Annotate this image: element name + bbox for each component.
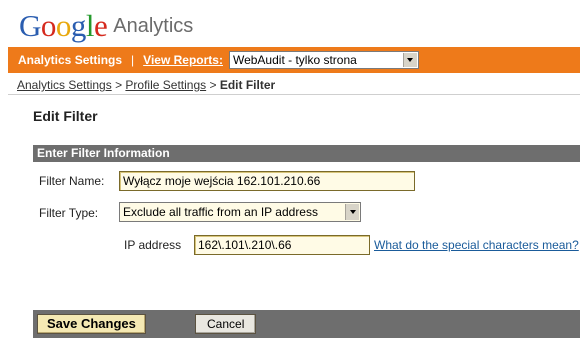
report-profile-select[interactable]: WebAudit - tylko strona (228, 51, 419, 69)
chevron-down-icon[interactable] (402, 53, 417, 67)
section-header: Enter Filter Information (33, 145, 580, 162)
nav-analytics-settings-link[interactable]: Analytics Settings (18, 53, 122, 67)
filter-name-input[interactable]: Wyłącz moje wejścia 162.101.210.66 (119, 171, 415, 191)
logo-letter: l (85, 8, 95, 43)
page-title: Edit Filter (33, 108, 98, 124)
logo-letter: g (70, 8, 87, 43)
breadcrumb-analytics-settings[interactable]: Analytics Settings (17, 78, 112, 92)
ip-address-label: IP address (124, 238, 182, 252)
filter-type-select[interactable]: Exclude all traffic from an IP address (119, 202, 361, 222)
nav-separator: | (131, 53, 135, 67)
filter-type-select-value: Exclude all traffic from an IP address (123, 205, 318, 219)
ip-address-input[interactable]: 162\.101\.210\.66 (194, 235, 370, 255)
nav-view-reports-link[interactable]: View Reports: (143, 53, 223, 67)
logo-letter: e (94, 8, 108, 43)
filter-type-label: Filter Type: (39, 206, 99, 220)
special-characters-help-link[interactable]: What do the special characters mean? (374, 238, 579, 252)
logo-letter: o (40, 8, 57, 43)
top-nav-bar: Analytics Settings | View Reports: WebAu… (8, 47, 580, 73)
breadcrumb-current: Edit Filter (219, 78, 276, 92)
breadcrumb-divider (8, 94, 580, 95)
product-name: Analytics (113, 15, 194, 37)
chevron-down-icon[interactable] (345, 204, 359, 220)
logo-letter: o (55, 8, 72, 43)
breadcrumb: Analytics Settings > Profile Settings > … (17, 78, 275, 92)
breadcrumb-separator: > (209, 78, 217, 92)
filter-name-label: Filter Name: (39, 174, 105, 188)
form-actions-bar: Save Changes Cancel (33, 310, 580, 338)
report-profile-select-value: WebAudit - tylko strona (232, 53, 357, 67)
breadcrumb-separator: > (115, 78, 123, 92)
save-changes-button[interactable]: Save Changes (37, 314, 146, 334)
section-header-label: Enter Filter Information (37, 146, 170, 160)
google-wordmark: Google (19, 8, 108, 43)
google-analytics-logo: Google Analytics (19, 8, 193, 44)
cancel-button[interactable]: Cancel (195, 314, 257, 334)
breadcrumb-profile-settings[interactable]: Profile Settings (125, 78, 206, 92)
logo-letter: G (19, 8, 41, 43)
